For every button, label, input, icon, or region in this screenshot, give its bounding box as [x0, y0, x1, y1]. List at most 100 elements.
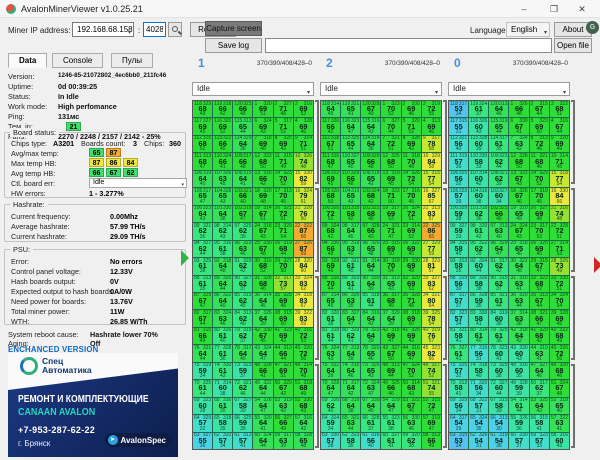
chip-cell[interactable]: 563276649	[274, 415, 293, 431]
chip-cell[interactable]: 273268769	[294, 241, 313, 257]
chip-cell[interactable]: 1053206850	[321, 188, 340, 204]
chip-cell[interactable]: 803266140	[213, 328, 232, 344]
chip-cell[interactable]: 543146144	[509, 398, 528, 414]
chip-cell[interactable]: 833246346	[213, 310, 232, 326]
chip-cell[interactable]: 1023226848	[361, 206, 380, 222]
chip-cell[interactable]: 983206142	[469, 223, 488, 239]
chip-cell[interactable]: 523306843	[294, 398, 313, 414]
chip-cell[interactable]: 753226439	[321, 363, 340, 379]
chip-cell[interactable]: 183266746	[509, 188, 528, 204]
chip-cell[interactable]: 73246342	[509, 136, 528, 152]
chip-cell[interactable]: 553265936	[509, 415, 528, 431]
chip-cell[interactable]: 1183175334	[449, 101, 468, 117]
chip-cell[interactable]: 853156245	[233, 293, 252, 309]
chip-cell[interactable]: 313286846	[253, 276, 272, 292]
chip-cell[interactable]: 423186442	[509, 328, 528, 344]
chip-cell[interactable]: 143237052	[274, 171, 293, 187]
chip-cell[interactable]: 533256443	[530, 398, 549, 414]
chip-cell[interactable]: 353136744	[530, 293, 549, 309]
chip-cell[interactable]: 303166852	[253, 258, 272, 274]
chip-cell[interactable]: 953226239	[469, 241, 488, 257]
chip-cell[interactable]: 553236138	[381, 415, 400, 431]
chip-cell[interactable]: 623205734	[213, 433, 232, 449]
chip-cell[interactable]: 1113195736	[449, 153, 468, 169]
chip-cell[interactable]: 863256339	[341, 293, 360, 309]
chip-cell[interactable]: 613165640	[361, 433, 380, 449]
chip-cell[interactable]: 723276044	[489, 380, 508, 396]
chip-cell[interactable]: 1103246641	[213, 153, 232, 169]
chip-cell[interactable]: 753195934	[193, 363, 212, 379]
chip-cell[interactable]: 73186948	[253, 136, 272, 152]
chip-cell[interactable]: 1133226645	[213, 136, 232, 152]
chip-cell[interactable]: 243246743	[509, 223, 528, 239]
chip-cell[interactable]: 293156747	[530, 258, 549, 274]
chip-cell[interactable]: 1063255632	[449, 171, 468, 187]
chip-cell[interactable]: 893206444	[213, 276, 232, 292]
chip-cell[interactable]: 973286643	[361, 223, 380, 239]
chip-cell[interactable]: 23277148	[274, 101, 293, 117]
chip-cell[interactable]: 283238157	[422, 258, 441, 274]
chip-cell[interactable]: 1153166443	[361, 118, 380, 134]
chip-cell[interactable]: 613135741	[233, 433, 252, 449]
chip-cell[interactable]: 643145934	[321, 415, 340, 431]
chip-cell[interactable]: 923186448	[213, 258, 232, 274]
chip-cell[interactable]: 273147153	[550, 241, 569, 257]
chip-cell[interactable]: 23306946	[402, 101, 421, 117]
chip-cell[interactable]: 343247054	[550, 293, 569, 309]
chip-cell[interactable]: 583136649	[422, 433, 441, 449]
chip-cell[interactable]: 853216144	[489, 293, 508, 309]
left-arrow-icon[interactable]	[181, 250, 189, 266]
chip-cell[interactable]: 1163266043	[469, 118, 488, 134]
chip-cell[interactable]: 233146952	[402, 223, 421, 239]
board-mode-dropdown[interactable]: Idle▾	[320, 82, 442, 96]
chip-cell[interactable]: 773165631	[469, 345, 488, 361]
chip-cell[interactable]: 243217147	[381, 223, 400, 239]
chip-cell[interactable]: 403197657	[422, 328, 441, 344]
chip-cell[interactable]: 93147151	[294, 136, 313, 152]
chip-cell[interactable]: 453238266	[422, 345, 441, 361]
chip-cell[interactable]: 1193216541	[341, 101, 360, 117]
chip-cell[interactable]: 193146751	[253, 206, 272, 222]
chip-cell[interactable]: 43286946	[294, 118, 313, 134]
chip-cell[interactable]: 333307251	[550, 276, 569, 292]
chip-cell[interactable]: 373266439	[253, 310, 272, 326]
chip-cell[interactable]: 743185840	[469, 363, 488, 379]
chip-cell[interactable]: 123256850	[381, 153, 400, 169]
ad-banner[interactable]: Спец Автоматика РЕМОНТ И КОМПЛЕКТУЮЩИЕ C…	[8, 353, 178, 457]
chip-cell[interactable]: 873146545	[321, 293, 340, 309]
chip-cell[interactable]: 523186540	[550, 398, 569, 414]
chip-cell[interactable]: 863226440	[213, 293, 232, 309]
chip-cell[interactable]: 593206238	[402, 433, 421, 449]
chip-cell[interactable]: 733235937	[233, 363, 252, 379]
chip-cell[interactable]: 763276141	[449, 345, 468, 361]
chip-cell[interactable]: 963296447	[489, 241, 508, 257]
chip-cell[interactable]: 843136240	[233, 310, 252, 326]
close-button[interactable]: ✕	[570, 2, 594, 16]
ip-combobox[interactable]: 192.168.68.158 ▾	[72, 22, 134, 37]
chip-cell[interactable]: 263226945	[402, 241, 421, 257]
chip-cell[interactable]: 53177152	[274, 118, 293, 134]
chip-cell[interactable]: 503296742	[274, 380, 293, 396]
chip-cell[interactable]: 533226746	[402, 398, 421, 414]
chip-cell[interactable]: 193176953	[381, 206, 400, 222]
chip-cell[interactable]: 433246447	[253, 345, 272, 361]
chip-cell[interactable]: 383156950	[274, 310, 293, 326]
chip-cell[interactable]: 983176445	[341, 223, 360, 239]
chip-cell[interactable]: 33166952	[294, 101, 313, 117]
chip-cell[interactable]: 903156237	[489, 276, 508, 292]
chip-cell[interactable]: 83256943	[274, 136, 293, 152]
chip-cell[interactable]: 413236943	[274, 328, 293, 344]
tab-data[interactable]: Data	[8, 53, 47, 68]
chip-cell[interactable]: 243186743	[253, 223, 272, 239]
chip-cell[interactable]: 1183296849	[193, 101, 212, 117]
banner-telegram-handle[interactable]: ➤ AvalonSpec	[105, 433, 173, 447]
chip-cell[interactable]: 853186144	[361, 293, 380, 309]
chip-cell[interactable]: 993216236	[193, 223, 212, 239]
chip-cell[interactable]: 623235835	[341, 433, 360, 449]
chip-cell[interactable]: 13206951	[253, 101, 272, 117]
chip-cell[interactable]: 413296842	[530, 328, 549, 344]
chip-cell[interactable]: 793256136	[489, 328, 508, 344]
chip-cell[interactable]: 303226448	[509, 258, 528, 274]
chip-cell[interactable]: 893236141	[341, 276, 360, 292]
chip-cell[interactable]: 1043136543	[341, 188, 360, 204]
